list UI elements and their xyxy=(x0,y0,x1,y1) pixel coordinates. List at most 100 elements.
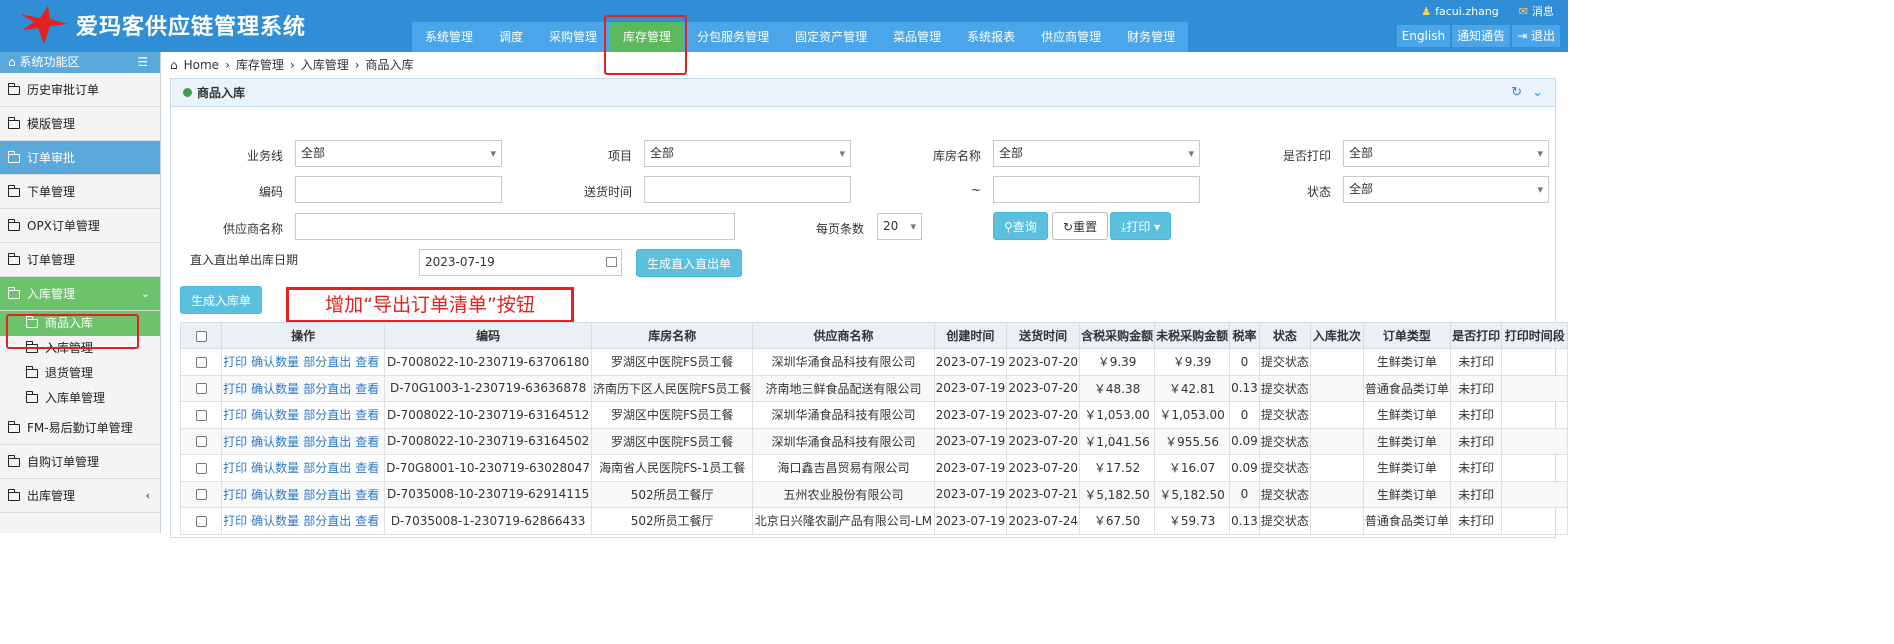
refresh-icon[interactable]: ↻ xyxy=(1511,79,1522,107)
table-cell: 五州农业股份有限公司 xyxy=(752,480,935,508)
row-checkbox[interactable] xyxy=(195,436,207,448)
select-all-checkbox[interactable] xyxy=(195,330,207,342)
print-button[interactable]: ⤓打印 ▾ xyxy=(1110,212,1172,240)
row-checkbox[interactable] xyxy=(195,462,207,474)
logout-button[interactable]: ⇥ 退出 xyxy=(1512,25,1560,47)
nav-7[interactable]: 系统报表 xyxy=(954,22,1028,52)
row-action-link[interactable]: 查看 xyxy=(355,488,379,502)
user-menu[interactable]: ♟ facui.zhang xyxy=(1421,3,1499,19)
row-action-link[interactable]: 确认数量 xyxy=(251,408,299,422)
table-cell: 生鲜类订单 xyxy=(1362,454,1451,482)
nav-5[interactable]: 固定资产管理 xyxy=(782,22,880,52)
menu-toggle-icon[interactable]: ☰ xyxy=(137,52,148,73)
folder-icon xyxy=(25,366,38,378)
column-header xyxy=(179,322,223,349)
sidebar-subitem-3[interactable]: 入库单管理 xyxy=(0,386,160,411)
row-action-link[interactable]: 打印 xyxy=(223,514,247,528)
row-action-link[interactable]: 部分直出 xyxy=(303,488,351,502)
row-checkbox[interactable] xyxy=(195,515,207,527)
supplier-input[interactable] xyxy=(295,213,735,240)
row-action-link[interactable]: 查看 xyxy=(355,408,379,422)
sidebar-item-3[interactable]: 下单管理 xyxy=(0,175,160,209)
sidebar-item-1[interactable]: 模版管理 xyxy=(0,107,160,141)
table-cell: 生鲜类订单 xyxy=(1362,401,1451,429)
row-checkbox[interactable] xyxy=(195,489,207,501)
row-action-link[interactable]: 确认数量 xyxy=(251,355,299,369)
sidebar-item-0[interactable]: 历史审批订单 xyxy=(0,73,160,107)
warehouse-select[interactable]: 全部 xyxy=(993,140,1200,167)
page-size-select[interactable]: 20 xyxy=(877,213,922,240)
row-action-link[interactable]: 查看 xyxy=(355,355,379,369)
sidebar-item-5[interactable]: 订单管理 xyxy=(0,243,160,277)
notice-button[interactable]: 通知通告 xyxy=(1452,25,1511,47)
sidebar-item-2[interactable]: 订单审批 xyxy=(0,141,160,175)
sidebar-item-label: 模版管理 xyxy=(27,117,76,131)
sidebar-item-6[interactable]: 入库管理 ⌄ xyxy=(0,277,160,311)
row-checkbox[interactable] xyxy=(195,356,207,368)
nav-6[interactable]: 菜品管理 xyxy=(880,22,954,52)
row-checkbox[interactable] xyxy=(195,409,207,421)
direct-date-input[interactable]: 2023-07-19 xyxy=(419,249,622,276)
nav-8[interactable]: 供应商管理 xyxy=(1028,22,1114,52)
nav-1[interactable]: 调度 xyxy=(486,22,536,52)
query-button[interactable]: ⚲查询 xyxy=(993,212,1048,240)
table-cell: 未打印 xyxy=(1449,348,1503,376)
date-range-separator: ~ xyxy=(970,183,981,197)
nav-4[interactable]: 分包服务管理 xyxy=(684,22,782,52)
row-action-link[interactable]: 部分直出 xyxy=(303,408,351,422)
row-checkbox[interactable] xyxy=(195,383,207,395)
column-header: 是否打印 xyxy=(1449,322,1503,349)
breadcrumb-inventory[interactable]: 库存管理 xyxy=(236,56,284,73)
nav-0[interactable]: 系统管理 xyxy=(412,22,486,52)
row-action-link[interactable]: 确认数量 xyxy=(251,382,299,396)
project-label: 项目 xyxy=(607,149,632,163)
printed-select[interactable]: 全部 xyxy=(1343,140,1549,167)
table-cell xyxy=(1309,507,1364,535)
row-action-link[interactable]: 打印 xyxy=(223,435,247,449)
nav-9[interactable]: 财务管理 xyxy=(1114,22,1188,52)
column-header: 含税采购金额 xyxy=(1079,322,1156,349)
row-action-link[interactable]: 确认数量 xyxy=(251,488,299,502)
messages-link[interactable]: ✉ 消息 xyxy=(1519,3,1554,19)
row-action-link[interactable]: 查看 xyxy=(355,514,379,528)
home-icon: ⌂ xyxy=(8,55,20,69)
gen-direct-button[interactable]: 生成直入直出单 xyxy=(636,249,743,277)
nav-2[interactable]: 采购管理 xyxy=(536,22,610,52)
delivery-time-start-input[interactable] xyxy=(644,176,851,203)
sidebar-item-after-1[interactable]: 自购订单管理 xyxy=(0,445,160,479)
row-action-link[interactable]: 打印 xyxy=(223,408,247,422)
row-action-link[interactable]: 部分直出 xyxy=(303,514,351,528)
sidebar-item-after-2[interactable]: 出库管理 ‹ xyxy=(0,479,160,513)
row-action-link[interactable]: 部分直出 xyxy=(303,382,351,396)
sidebar-subitem-2[interactable]: 退货管理 xyxy=(0,361,160,386)
row-action-link[interactable]: 部分直出 xyxy=(303,461,351,475)
row-action-link[interactable]: 部分直出 xyxy=(303,435,351,449)
delivery-time-end-input[interactable] xyxy=(993,176,1200,203)
reset-button[interactable]: ↻重置 xyxy=(1052,212,1109,240)
row-action-link[interactable]: 部分直出 xyxy=(303,355,351,369)
code-input[interactable] xyxy=(295,176,502,203)
row-action-link[interactable]: 打印 xyxy=(223,355,247,369)
sidebar-item-after-0[interactable]: FM-易后勤订单管理 xyxy=(0,411,160,445)
row-action-link[interactable]: 确认数量 xyxy=(251,435,299,449)
breadcrumb-home[interactable]: Home xyxy=(184,58,219,72)
row-action-link[interactable]: 查看 xyxy=(355,382,379,396)
row-action-link[interactable]: 打印 xyxy=(223,382,247,396)
business-line-select[interactable]: 全部 xyxy=(295,140,502,167)
row-action-link[interactable]: 确认数量 xyxy=(251,461,299,475)
status-select[interactable]: 全部 xyxy=(1343,176,1549,203)
project-select[interactable]: 全部 xyxy=(644,140,851,167)
row-action-link[interactable]: 查看 xyxy=(355,461,379,475)
sidebar-item-4[interactable]: OPX订单管理 xyxy=(0,209,160,243)
table-cell xyxy=(1309,401,1364,429)
english-button[interactable]: English xyxy=(1396,25,1451,47)
row-action-link[interactable]: 打印 xyxy=(223,461,247,475)
collapse-icon[interactable]: ⌄ xyxy=(1532,79,1543,107)
breadcrumb-inbound[interactable]: 入库管理 xyxy=(301,56,349,73)
sidebar-subitem-label: 入库单管理 xyxy=(45,391,106,405)
query-label: 查询 xyxy=(1012,220,1037,234)
gen-inbound-button[interactable]: 生成入库单 xyxy=(180,286,263,314)
row-action-link[interactable]: 打印 xyxy=(223,488,247,502)
row-action-link[interactable]: 查看 xyxy=(355,435,379,449)
row-action-link[interactable]: 确认数量 xyxy=(251,514,299,528)
